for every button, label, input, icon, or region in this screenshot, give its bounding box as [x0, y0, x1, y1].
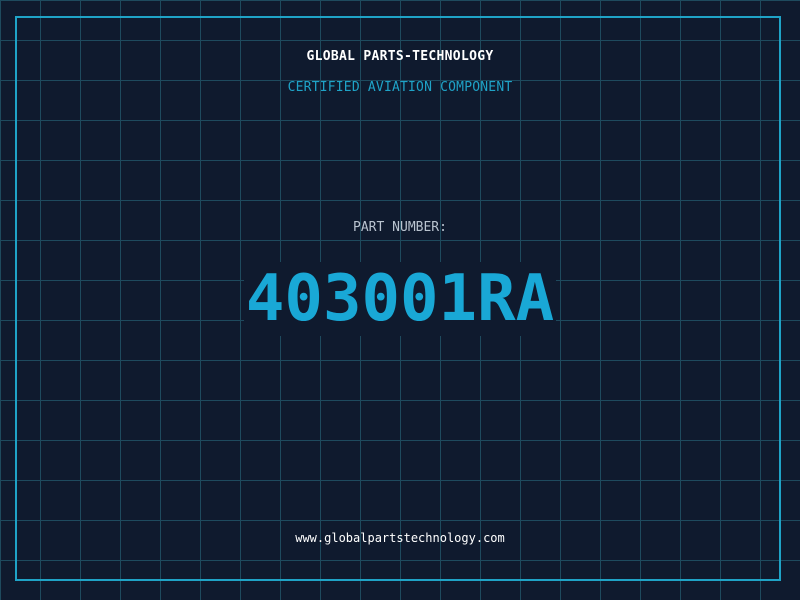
part-number-value: 403001RA	[243, 262, 557, 336]
company-name: GLOBAL PARTS-TECHNOLOGY	[306, 49, 494, 64]
certification-subtitle: CERTIFIED AVIATION COMPONENT	[287, 80, 513, 95]
part-number-label: PART NUMBER:	[353, 220, 447, 235]
part-label-card: { "header": { "company": "GLOBAL PARTS-T…	[0, 0, 800, 600]
website-url: www.globalpartstechnology.com	[295, 531, 505, 545]
part-number-container: 403001RA	[0, 262, 800, 336]
